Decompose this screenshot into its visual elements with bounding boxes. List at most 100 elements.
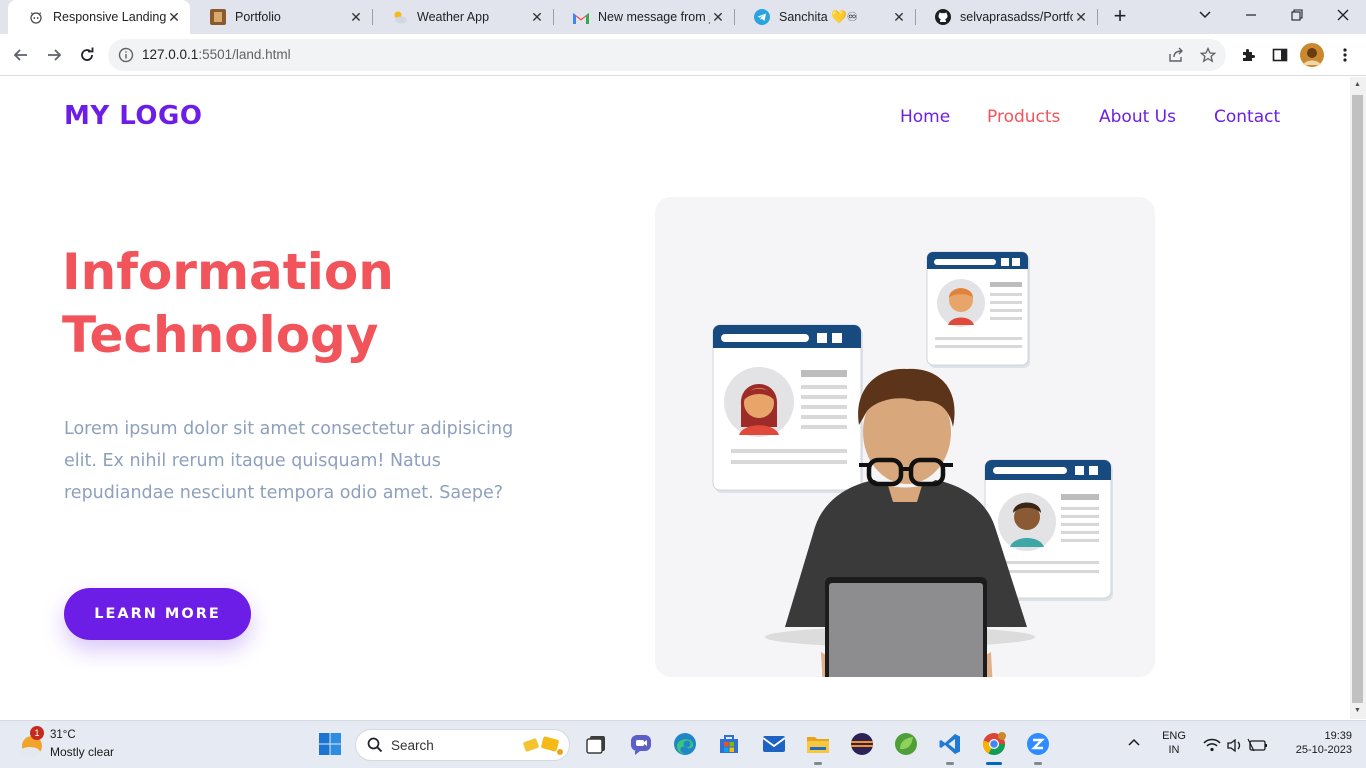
- chat-icon: [631, 735, 651, 755]
- weather-condition: Mostly clear: [50, 745, 115, 759]
- mail-icon: [762, 736, 786, 752]
- url-host: 127.0.0.1: [142, 47, 199, 62]
- scrollbar-thumb[interactable]: [1352, 95, 1363, 703]
- nav-products[interactable]: Products: [987, 107, 1060, 127]
- tab-gmail[interactable]: New message from je ✕: [553, 0, 734, 34]
- learn-more-button[interactable]: LEARN MORE: [64, 588, 251, 640]
- minimize-button[interactable]: [1228, 0, 1274, 30]
- tab-title: selvaprasadss/Portfol: [960, 10, 1073, 24]
- close-tab-icon[interactable]: ✕: [710, 9, 726, 26]
- back-button[interactable]: [9, 43, 33, 67]
- tab-responsive-landing[interactable]: Responsive Landing P ✕: [8, 0, 190, 34]
- edge-icon: [674, 733, 696, 755]
- clock[interactable]: 19:39 25-10-2023: [1286, 730, 1352, 756]
- scroll-up-arrow-icon[interactable]: ▲: [1354, 81, 1361, 88]
- vscode-icon: [939, 734, 960, 754]
- new-tab-button[interactable]: +: [1108, 5, 1132, 29]
- portfolio-favicon-icon: [210, 9, 226, 25]
- hero-headline: Information Technology: [62, 241, 394, 367]
- mail-button[interactable]: [760, 730, 788, 758]
- task-view-button[interactable]: [582, 730, 610, 758]
- address-bar[interactable]: 127.0.0.1:5501/land.html: [108, 39, 1226, 71]
- eclipse-button[interactable]: [848, 730, 876, 758]
- browser-tab-strip: Responsive Landing P ✕ Portfolio ✕ Weath…: [0, 0, 1366, 34]
- nav-contact[interactable]: Contact: [1214, 107, 1280, 127]
- language-indicator[interactable]: ENG IN: [1160, 730, 1188, 756]
- weather-favicon-icon: [392, 9, 408, 25]
- file-explorer-button[interactable]: [804, 730, 832, 765]
- profile-avatar[interactable]: [1300, 43, 1324, 67]
- tab-separator: [1097, 9, 1098, 25]
- chrome-icon: [982, 732, 1006, 755]
- running-indicator: [986, 762, 1002, 765]
- profile-card-left: [712, 324, 863, 493]
- chevron-up-icon: [1128, 738, 1140, 746]
- region-code: IN: [1168, 744, 1180, 756]
- url-path: :5501/land.html: [198, 47, 291, 62]
- nav-about-us[interactable]: About Us: [1099, 107, 1176, 127]
- tab-title: Weather App: [417, 10, 490, 24]
- tab-weather-app[interactable]: Weather App ✕: [372, 0, 553, 34]
- close-tab-icon[interactable]: ✕: [529, 9, 545, 26]
- tab-github[interactable]: selvaprasadss/Portfol ✕: [915, 0, 1097, 34]
- store-button[interactable]: [715, 730, 743, 758]
- wifi-volume-battery-icon: [1203, 738, 1267, 753]
- bookmark-star-icon[interactable]: [1199, 46, 1217, 64]
- taskbar-search-box[interactable]: Search: [355, 729, 570, 761]
- windows-logo-icon: [319, 733, 341, 755]
- tab-telegram[interactable]: Sanchita 💛♾ ✕: [734, 0, 915, 34]
- hero-image-card: [655, 197, 1155, 677]
- vscode-button[interactable]: [936, 730, 964, 765]
- start-button[interactable]: [316, 730, 344, 758]
- search-icon: [367, 737, 383, 753]
- vertical-scrollbar[interactable]: ▲ ▼: [1350, 77, 1366, 719]
- hero-paragraph: Lorem ipsum dolor sit amet consectetur a…: [64, 419, 514, 503]
- tab-title: Responsive Landing P: [53, 10, 166, 24]
- close-tab-icon[interactable]: ✕: [348, 9, 364, 26]
- zoom-button[interactable]: [1024, 730, 1052, 765]
- extensions-icon[interactable]: [1239, 46, 1257, 64]
- browser-toolbar: 127.0.0.1:5501/land.html: [0, 34, 1366, 76]
- weather-temperature: 31°C: [50, 729, 76, 741]
- tab-title: New message from je: [598, 10, 710, 24]
- tab-search-button[interactable]: [1182, 0, 1228, 30]
- site-logo[interactable]: MY LOGO: [64, 101, 202, 131]
- scroll-down-arrow-icon[interactable]: ▼: [1354, 707, 1361, 714]
- tab-title: Sanchita 💛♾: [779, 10, 858, 24]
- running-indicator: [814, 762, 822, 765]
- close-tab-icon[interactable]: ✕: [891, 9, 907, 26]
- close-tab-icon[interactable]: ✕: [166, 9, 182, 26]
- search-label: Search: [391, 738, 434, 753]
- weather-widget[interactable]: 1 31°C Mostly clear: [16, 726, 156, 763]
- windows-taskbar: 1 31°C Mostly clear Search ENG IN 19:39 …: [0, 720, 1366, 768]
- spring-leaf-icon: [895, 733, 917, 755]
- side-panel-icon[interactable]: [1271, 46, 1289, 64]
- store-icon: [720, 735, 738, 753]
- more-menu-icon[interactable]: [1336, 46, 1354, 64]
- gmail-icon: [573, 9, 589, 25]
- edge-button[interactable]: [671, 730, 699, 758]
- teams-chat-button[interactable]: [627, 730, 655, 758]
- headline-line-1: Information: [62, 243, 394, 301]
- tab-title: Portfolio: [235, 10, 281, 24]
- forward-button[interactable]: [42, 43, 66, 67]
- url-text: 127.0.0.1:5501/land.html: [142, 47, 291, 62]
- restore-button[interactable]: [1274, 0, 1320, 30]
- spring-tools-button[interactable]: [892, 730, 920, 758]
- tab-portfolio[interactable]: Portfolio ✕: [190, 0, 372, 34]
- search-highlight-icon: [523, 736, 563, 755]
- folder-icon: [807, 737, 829, 753]
- chrome-button[interactable]: [980, 730, 1008, 765]
- close-window-button[interactable]: [1320, 0, 1366, 30]
- network-volume-battery[interactable]: [1202, 736, 1270, 754]
- reload-button[interactable]: [75, 43, 99, 67]
- clock-time: 19:39: [1324, 730, 1352, 742]
- share-icon[interactable]: [1167, 46, 1185, 64]
- site-info-icon[interactable]: [118, 47, 134, 68]
- eclipse-icon: [851, 733, 873, 755]
- close-tab-icon[interactable]: ✕: [1073, 9, 1089, 26]
- developer-illustration: [712, 251, 1113, 677]
- show-hidden-icons-button[interactable]: [1128, 737, 1140, 749]
- nav-home[interactable]: Home: [900, 107, 950, 127]
- telegram-icon: [754, 9, 770, 25]
